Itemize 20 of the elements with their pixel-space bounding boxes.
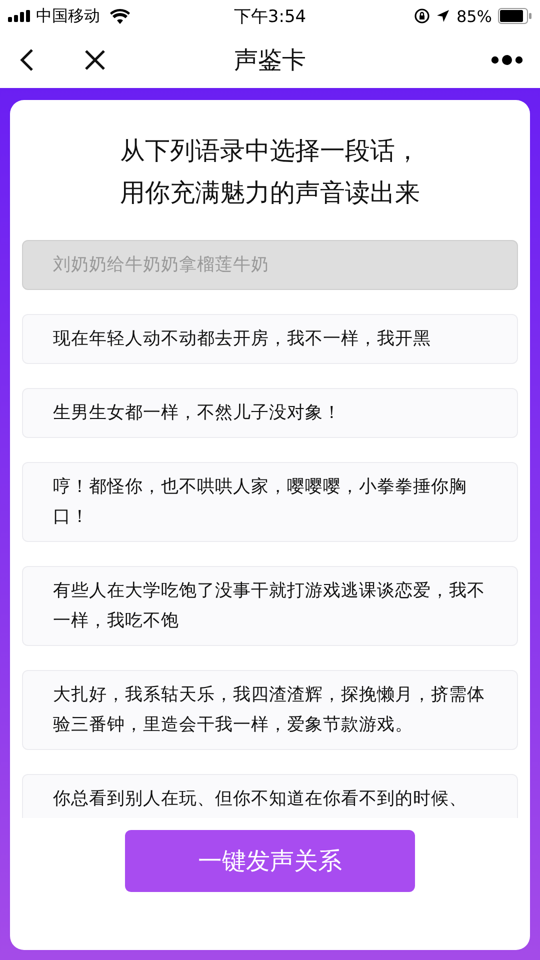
signal-icon [8,10,30,22]
carrier-name: 中国移动 [36,6,100,26]
rotation-lock-icon [414,8,430,24]
battery-icon [498,8,532,24]
close-icon[interactable] [84,48,106,72]
heading-text: 用你充满魅力的声音读出来 [119,177,421,209]
battery-percent: 85% [456,6,492,26]
quote-option[interactable]: 你总看到别人在玩、但你不知道在你看不到的时候、 [22,774,518,818]
quote-option[interactable]: 生男生女都一样，不然儿子没对象！ [22,388,518,438]
record-button[interactable]: 一键发声关系 [125,830,415,892]
quote-option[interactable]: 大扎好，我系轱天乐，我四渣渣辉，探挽懒月，挤需体验三番钟，里造会干我一样，爱象节款游戏。 [22,670,518,750]
quote-option[interactable]: 有些人在大学吃饱了没事干就打游戏逃课谈恋爱，我不一样，我吃不饱 [22,566,518,646]
location-arrow-icon [436,9,450,23]
more-icon[interactable] [490,54,524,66]
wifi-icon [110,8,130,24]
quote-option[interactable]: 哼！都怪你，也不哄哄人家，嘤嘤嘤，小拳拳捶你胸口！ [22,462,518,542]
heading-text: 从下列语录中选择一段话， [119,135,421,167]
status-time: 下午3:54 [234,6,306,28]
page-title: 声鉴卡 [233,45,307,76]
quote-option[interactable]: 现在年轻人动不动都去开房，我不一样，我开黑 [22,314,518,364]
